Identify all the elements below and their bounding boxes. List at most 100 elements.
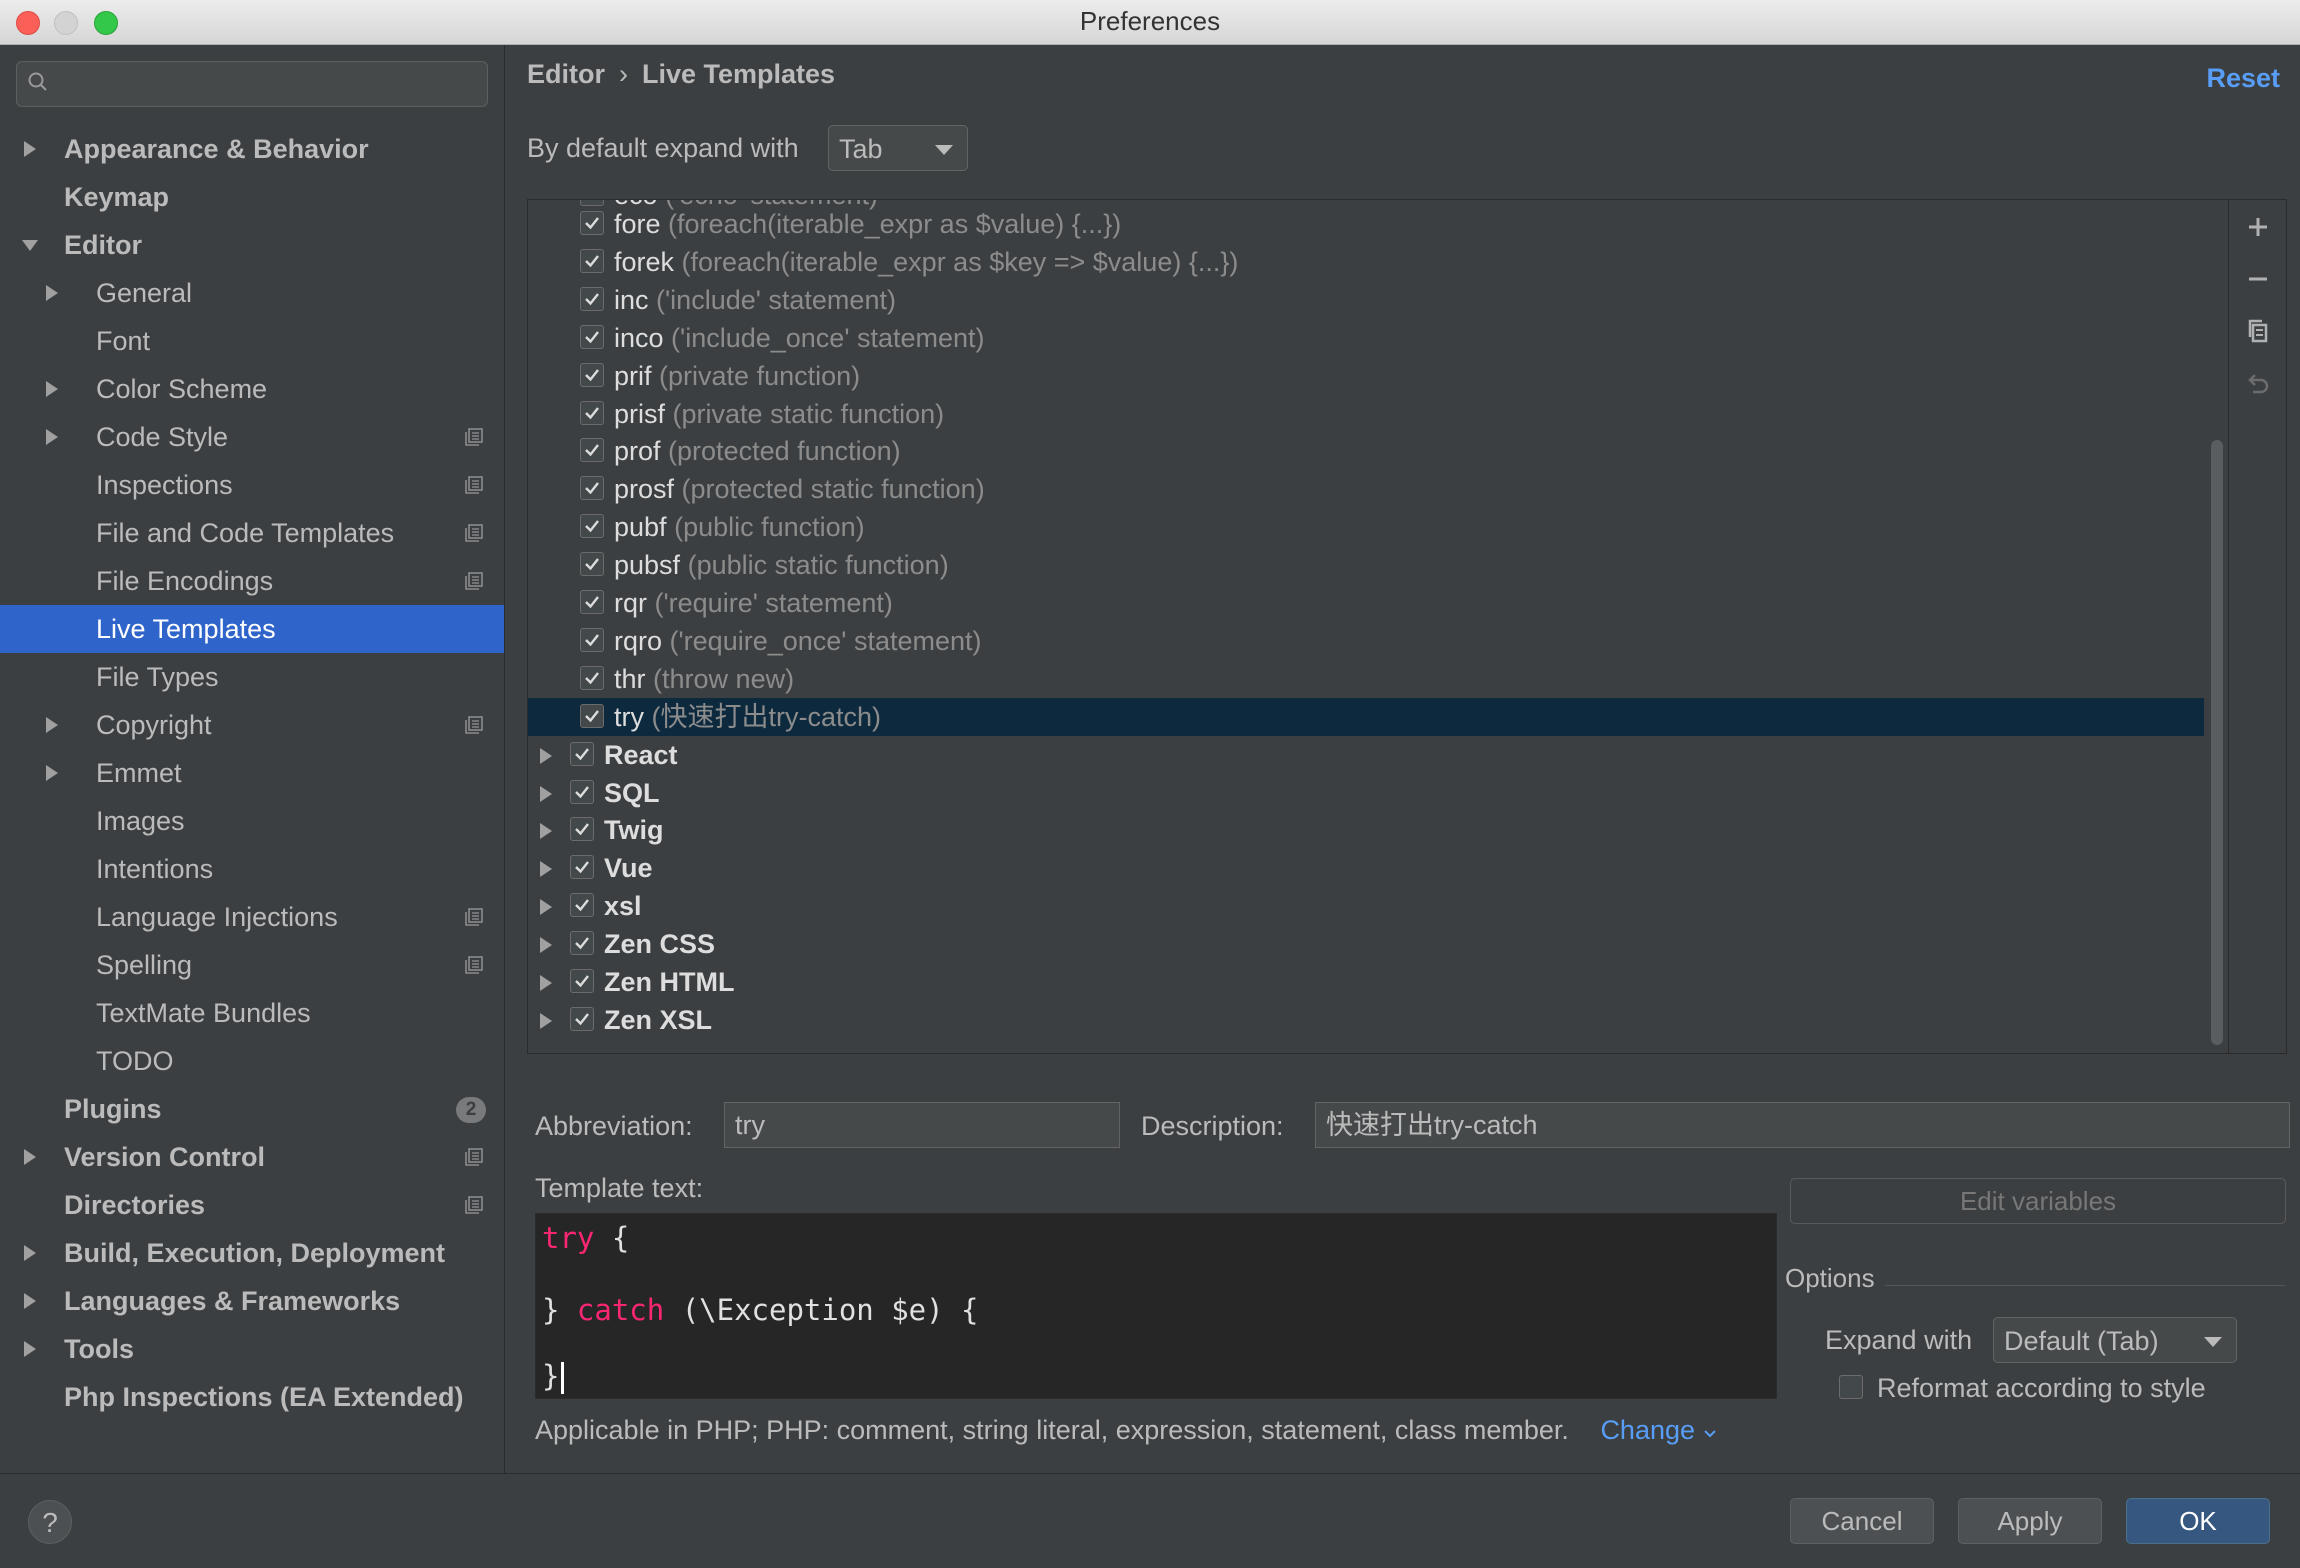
enabled-checkbox[interactable] xyxy=(570,741,594,766)
template-row[interactable]: pubf (public function) xyxy=(528,508,2204,546)
template-row[interactable]: inco ('include_once' statement) xyxy=(528,319,2204,357)
sidebar-item-languages-frameworks[interactable]: Languages & Frameworks xyxy=(0,1277,504,1325)
cancel-button[interactable]: Cancel xyxy=(1790,1498,1934,1544)
template-group-zen-css[interactable]: Zen CSS xyxy=(528,925,2204,963)
template-row[interactable]: thr (throw new) xyxy=(528,660,2204,698)
collapsed-arrow-icon[interactable] xyxy=(42,413,62,461)
sidebar-item-todo[interactable]: TODO xyxy=(0,1037,504,1085)
template-group-xsl[interactable]: xsl xyxy=(528,887,2204,925)
enabled-checkbox[interactable] xyxy=(570,817,594,842)
template-group-vue[interactable]: Vue xyxy=(528,849,2204,887)
expanded-arrow-icon[interactable] xyxy=(20,221,40,269)
enabled-checkbox[interactable] xyxy=(570,893,594,918)
enabled-checkbox[interactable] xyxy=(570,1006,594,1031)
enabled-checkbox[interactable] xyxy=(580,400,604,425)
template-group-twig[interactable]: Twig xyxy=(528,811,2204,849)
collapsed-arrow-icon[interactable] xyxy=(536,736,556,774)
sidebar-item-images[interactable]: Images xyxy=(0,797,504,845)
sidebar-item-language-injections[interactable]: Language Injections xyxy=(0,893,504,941)
enabled-checkbox[interactable] xyxy=(580,665,604,690)
collapsed-arrow-icon[interactable] xyxy=(536,1001,556,1039)
sidebar-item-spelling[interactable]: Spelling xyxy=(0,941,504,989)
enabled-checkbox[interactable] xyxy=(580,590,604,614)
template-list-scrollbar[interactable] xyxy=(2208,200,2224,1053)
collapsed-arrow-icon[interactable] xyxy=(536,925,556,963)
apply-button[interactable]: Apply xyxy=(1958,1498,2102,1544)
collapsed-arrow-icon[interactable] xyxy=(536,963,556,1001)
template-text-editor[interactable]: try { } catch (\Exception $e) { } xyxy=(535,1213,1777,1399)
reset-link[interactable]: Reset xyxy=(2206,63,2280,94)
reformat-checkbox[interactable] xyxy=(1839,1375,1863,1399)
enabled-checkbox[interactable] xyxy=(580,627,604,652)
sidebar-item-code-style[interactable]: Code Style xyxy=(0,413,504,461)
sidebar-item-tools[interactable]: Tools xyxy=(0,1325,504,1373)
template-row[interactable]: forek (foreach(iterable_expr as $key => … xyxy=(528,243,2204,281)
sidebar-item-php-inspections-ea-extended[interactable]: Php Inspections (EA Extended) xyxy=(0,1373,504,1421)
enabled-checkbox[interactable] xyxy=(580,514,604,539)
enabled-checkbox[interactable] xyxy=(580,476,604,501)
collapsed-arrow-icon[interactable] xyxy=(536,811,556,849)
enabled-checkbox[interactable] xyxy=(580,362,604,387)
collapsed-arrow-icon[interactable] xyxy=(42,269,62,317)
sidebar-item-copyright[interactable]: Copyright xyxy=(0,701,504,749)
add-icon[interactable] xyxy=(2243,212,2273,242)
enabled-checkbox[interactable] xyxy=(580,211,604,235)
template-row[interactable]: inc ('include' statement) xyxy=(528,281,2204,319)
sidebar-item-file-types[interactable]: File Types xyxy=(0,653,504,701)
template-row[interactable]: prif (private function) xyxy=(528,357,2204,395)
enabled-checkbox[interactable] xyxy=(580,248,604,273)
collapsed-arrow-icon[interactable] xyxy=(536,774,556,812)
sidebar-item-color-scheme[interactable]: Color Scheme xyxy=(0,365,504,413)
default-expand-select[interactable]: Tab xyxy=(828,125,968,171)
sidebar-item-inspections[interactable]: Inspections xyxy=(0,461,504,509)
sidebar-item-textmate-bundles[interactable]: TextMate Bundles xyxy=(0,989,504,1037)
collapsed-arrow-icon[interactable] xyxy=(42,749,62,797)
enabled-checkbox[interactable] xyxy=(580,438,604,463)
template-row[interactable]: rqro ('require_once' statement) xyxy=(528,622,2204,660)
sidebar-item-version-control[interactable]: Version Control xyxy=(0,1133,504,1181)
enabled-checkbox[interactable] xyxy=(580,324,604,349)
sidebar-item-general[interactable]: General xyxy=(0,269,504,317)
collapsed-arrow-icon[interactable] xyxy=(20,1277,40,1325)
template-group-react[interactable]: React xyxy=(528,736,2204,774)
sidebar-item-keymap[interactable]: Keymap xyxy=(0,173,504,221)
undo-icon[interactable] xyxy=(2243,368,2273,398)
enabled-checkbox[interactable] xyxy=(580,552,604,577)
template-row[interactable]: prisf (private static function) xyxy=(528,395,2204,433)
ok-button[interactable]: OK xyxy=(2126,1498,2270,1544)
enabled-checkbox[interactable] xyxy=(580,286,604,311)
template-row[interactable]: pubsf (public static function) xyxy=(528,546,2204,584)
enabled-checkbox[interactable] xyxy=(570,779,594,804)
template-row[interactable]: prosf (protected static function) xyxy=(528,470,2204,508)
sidebar-item-file-and-code-templates[interactable]: File and Code Templates xyxy=(0,509,504,557)
template-group-sql[interactable]: SQL xyxy=(528,774,2204,812)
sidebar-item-intentions[interactable]: Intentions xyxy=(0,845,504,893)
template-row[interactable]: try (快速打出try-catch) xyxy=(528,697,2204,736)
template-row[interactable]: rqr ('require' statement) xyxy=(528,584,2204,622)
template-row[interactable]: fore (foreach(iterable_expr as $value) {… xyxy=(528,205,2204,243)
description-input[interactable]: 快速打出try-catch xyxy=(1315,1102,2290,1148)
abbreviation-input[interactable]: try xyxy=(724,1102,1120,1148)
sidebar-item-emmet[interactable]: Emmet xyxy=(0,749,504,797)
remove-icon[interactable] xyxy=(2243,264,2273,294)
collapsed-arrow-icon[interactable] xyxy=(536,887,556,925)
expand-with-select[interactable]: Default (Tab) xyxy=(1993,1317,2237,1363)
scrollbar-thumb[interactable] xyxy=(2211,440,2223,1045)
template-group-zen-xsl[interactable]: Zen XSL xyxy=(528,1001,2204,1039)
collapsed-arrow-icon[interactable] xyxy=(20,1133,40,1181)
collapsed-arrow-icon[interactable] xyxy=(20,1229,40,1277)
template-row[interactable]: prof (protected function) xyxy=(528,432,2204,470)
enabled-checkbox[interactable] xyxy=(580,703,604,728)
collapsed-arrow-icon[interactable] xyxy=(536,849,556,887)
sidebar-item-editor[interactable]: Editor xyxy=(0,221,504,269)
change-context-link[interactable]: Change xyxy=(1600,1415,1716,1445)
edit-variables-button[interactable]: Edit variables xyxy=(1790,1178,2286,1224)
collapsed-arrow-icon[interactable] xyxy=(42,365,62,413)
sidebar-item-build-execution-deployment[interactable]: Build, Execution, Deployment xyxy=(0,1229,504,1277)
sidebar-item-appearance-behavior[interactable]: Appearance & Behavior xyxy=(0,125,504,173)
sidebar-item-live-templates[interactable]: Live Templates xyxy=(0,605,504,653)
enabled-checkbox[interactable] xyxy=(570,931,594,956)
template-group-zen-html[interactable]: Zen HTML xyxy=(528,963,2204,1001)
sidebar-item-directories[interactable]: Directories xyxy=(0,1181,504,1229)
copy-icon[interactable] xyxy=(2243,316,2273,346)
